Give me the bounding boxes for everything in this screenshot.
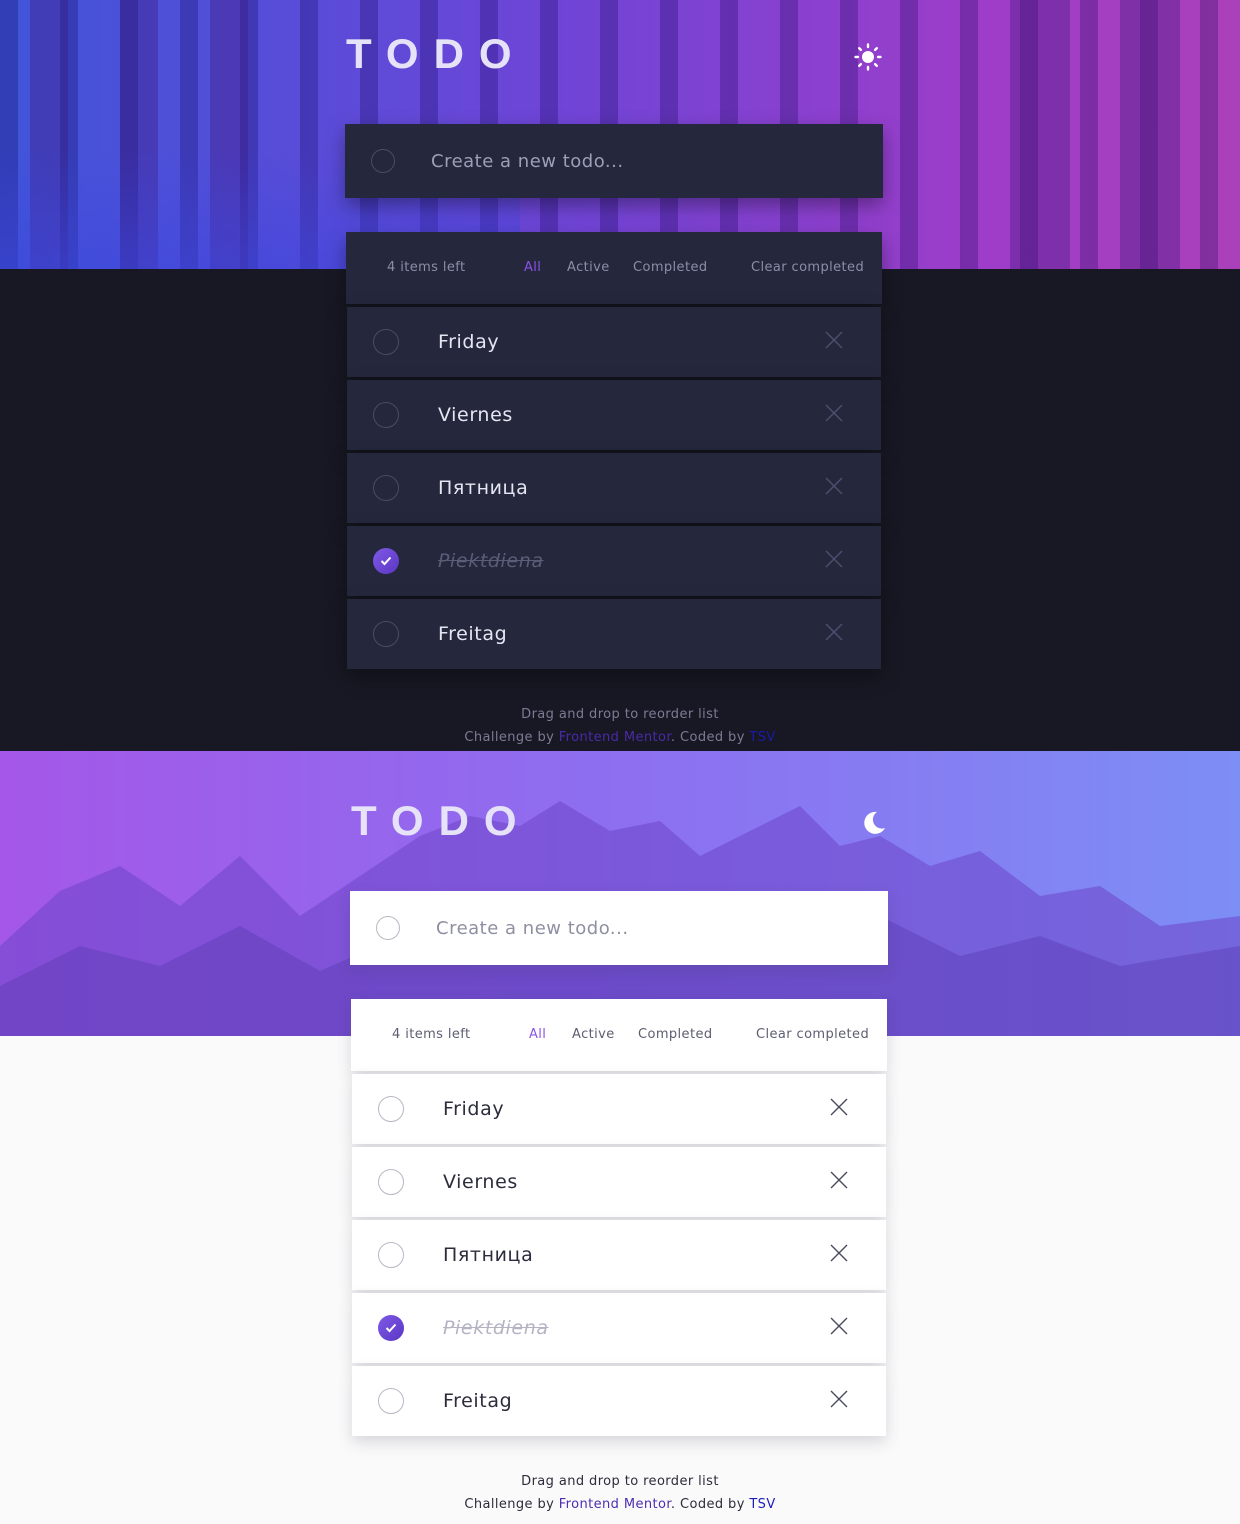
close-icon[interactable] — [823, 621, 845, 643]
close-icon[interactable] — [828, 1169, 850, 1191]
close-icon[interactable] — [828, 1242, 850, 1264]
todo-checkbox[interactable] — [373, 402, 399, 428]
todo-text: Freitag — [438, 623, 508, 645]
todo-checkbox[interactable] — [373, 475, 399, 501]
todo-checkbox[interactable] — [373, 621, 399, 647]
filter-active[interactable]: Active — [572, 1027, 615, 1042]
todo-checkbox[interactable] — [378, 1242, 404, 1268]
todo-text: Freitag — [443, 1390, 513, 1412]
todo-checkbox-checked[interactable] — [373, 548, 399, 574]
theme-toggle-button[interactable] — [858, 808, 888, 838]
app-title: TODO — [351, 797, 532, 844]
new-todo-placeholder[interactable]: Create a new todo... — [431, 151, 624, 172]
drag-hint: Drag and drop to reorder list — [521, 707, 719, 722]
todo-item[interactable]: Freitag — [347, 599, 881, 669]
filter-completed[interactable]: Completed — [633, 260, 708, 275]
todo-checkbox[interactable] — [373, 329, 399, 355]
check-icon — [380, 556, 392, 566]
filter-active[interactable]: Active — [567, 260, 610, 275]
close-icon[interactable] — [823, 548, 845, 570]
todo-item[interactable]: Friday — [347, 307, 881, 377]
clear-completed-button[interactable]: Clear completed — [751, 260, 864, 275]
clear-completed-button[interactable]: Clear completed — [756, 1027, 869, 1042]
todo-checkbox[interactable] — [378, 1096, 404, 1122]
close-icon[interactable] — [823, 475, 845, 497]
attribution: Challenge by Frontend Mentor. Coded by T… — [464, 730, 776, 745]
check-icon — [385, 1323, 397, 1333]
items-left-count: 4 items left — [387, 260, 466, 275]
items-left-count: 4 items left — [392, 1027, 471, 1042]
sun-icon — [854, 43, 882, 71]
close-icon[interactable] — [823, 329, 845, 351]
close-icon[interactable] — [828, 1096, 850, 1118]
footer: Drag and drop to reorder list Challenge … — [0, 1470, 1240, 1516]
todo-text: Friday — [438, 331, 500, 353]
close-icon[interactable] — [828, 1315, 850, 1337]
todo-text: Piektdiena — [438, 550, 544, 572]
frontend-mentor-link[interactable]: Frontend Mentor — [559, 730, 671, 745]
todo-text: Viernes — [438, 404, 513, 426]
todo-text: Пятница — [438, 477, 529, 499]
todo-item-completed[interactable]: Piektdiena — [352, 1293, 886, 1363]
filter-bar: 4 items left All Active Completed Clear … — [351, 999, 887, 1071]
close-icon[interactable] — [823, 402, 845, 424]
filter-completed[interactable]: Completed — [638, 1027, 713, 1042]
todo-item[interactable]: Viernes — [347, 380, 881, 450]
new-todo-placeholder[interactable]: Create a new todo... — [436, 918, 629, 939]
author-link[interactable]: TSV — [749, 1497, 775, 1512]
todo-text: Piektdiena — [443, 1317, 549, 1339]
todo-checkbox[interactable] — [378, 1169, 404, 1195]
todo-item[interactable]: Friday — [352, 1074, 886, 1144]
filter-bar: 4 items left All Active Completed Clear … — [346, 232, 882, 304]
dark-theme-panel: TODO Create a new todo... 4 items left A… — [0, 0, 1240, 751]
attribution: Challenge by Frontend Mentor. Coded by T… — [464, 1497, 776, 1512]
todo-item-completed[interactable]: Piektdiena — [347, 526, 881, 596]
todo-item[interactable]: Freitag — [352, 1366, 886, 1436]
todo-item[interactable]: Пятница — [347, 453, 881, 523]
todo-item[interactable]: Viernes — [352, 1147, 886, 1217]
filter-all[interactable]: All — [529, 1027, 546, 1042]
theme-toggle-button[interactable] — [853, 42, 883, 72]
todo-item[interactable]: Пятница — [352, 1220, 886, 1290]
todo-text: Пятница — [443, 1244, 534, 1266]
author-link[interactable]: TSV — [749, 730, 775, 745]
todo-text: Friday — [443, 1098, 505, 1120]
drag-hint: Drag and drop to reorder list — [521, 1474, 719, 1489]
light-theme-panel: TODO Create a new todo... 4 items left A… — [0, 751, 1240, 1524]
todo-checkbox-checked[interactable] — [378, 1315, 404, 1341]
todo-text: Viernes — [443, 1171, 518, 1193]
app-title: TODO — [346, 30, 527, 77]
footer: Drag and drop to reorder list Challenge … — [0, 703, 1240, 749]
new-todo-checkbox[interactable] — [376, 916, 400, 940]
frontend-mentor-link[interactable]: Frontend Mentor — [559, 1497, 671, 1512]
filter-all[interactable]: All — [524, 260, 541, 275]
new-todo-field[interactable]: Create a new todo... — [345, 124, 883, 198]
todo-checkbox[interactable] — [378, 1388, 404, 1414]
new-todo-checkbox[interactable] — [371, 149, 395, 173]
moon-icon — [864, 811, 885, 834]
new-todo-field[interactable]: Create a new todo... — [350, 891, 888, 965]
close-icon[interactable] — [828, 1388, 850, 1410]
